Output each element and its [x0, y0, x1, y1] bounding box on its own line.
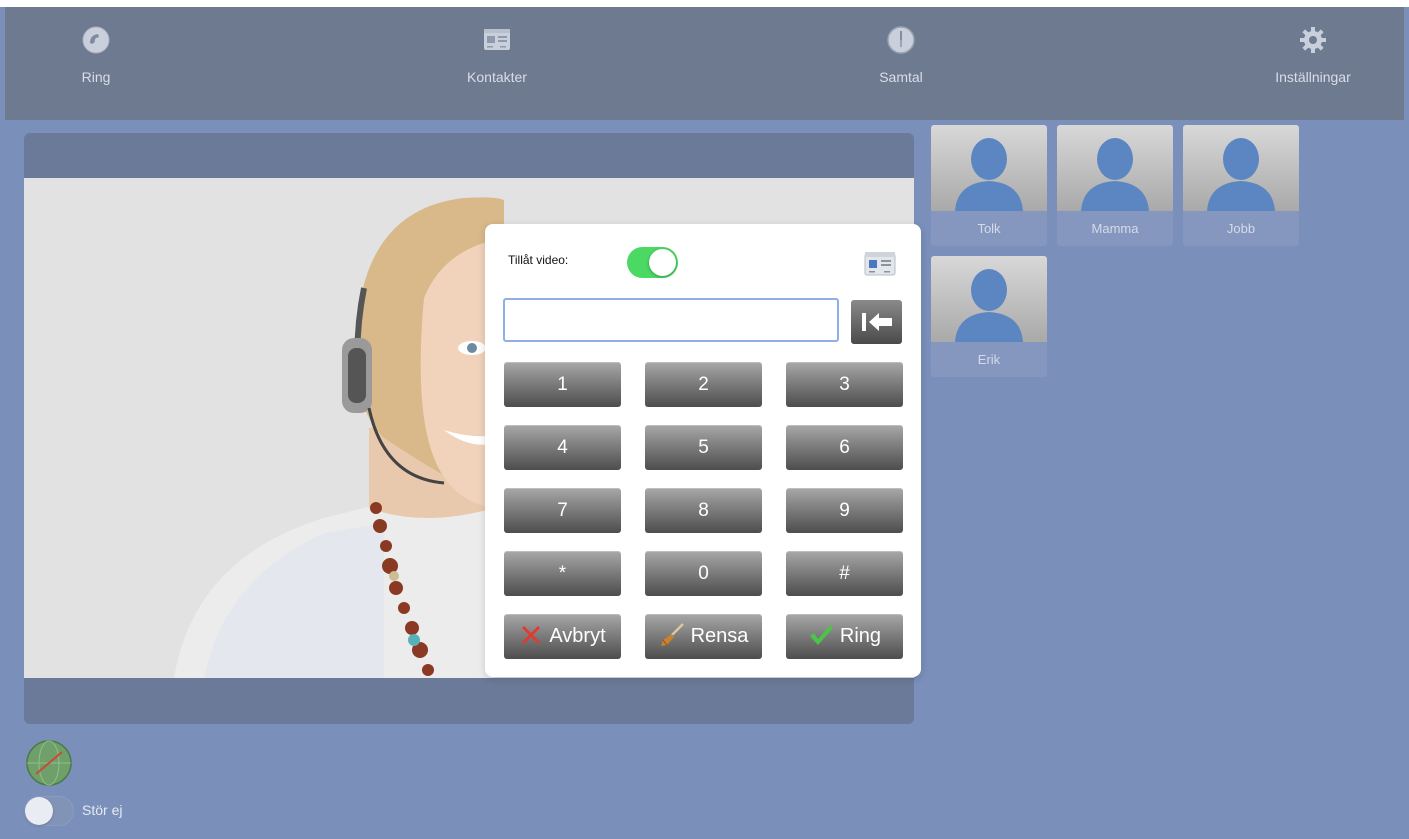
phone-number-input[interactable] [503, 298, 839, 342]
nav-label-kontakter: Kontakter [467, 69, 527, 85]
top-nav-bar: Ring Kontakter Samtal Inställningar [5, 7, 1404, 120]
key-3[interactable]: 3 [786, 362, 903, 407]
key-hash[interactable]: # [786, 551, 903, 596]
contact-name: Tolk [977, 221, 1001, 236]
contacts-card-icon [484, 29, 510, 50]
key-8[interactable]: 8 [645, 488, 762, 533]
gear-icon [1300, 27, 1326, 53]
nav-label-ring: Ring [81, 69, 111, 85]
contact-name: Mamma [1091, 221, 1139, 236]
key-star[interactable]: * [504, 551, 621, 596]
contact-avatar [931, 256, 1047, 342]
key-2[interactable]: 2 [645, 362, 762, 407]
phone-icon [82, 26, 110, 54]
contact-name: Erik [977, 352, 1001, 367]
contact-tile-jobb[interactable]: Jobb [1183, 125, 1299, 246]
person-silhouette-icon [1207, 138, 1275, 211]
nav-label-samtal: Samtal [879, 69, 923, 85]
backspace-icon [862, 313, 892, 331]
toggle-knob [25, 797, 53, 825]
broom-icon [660, 622, 684, 646]
cancel-button-label: Avbryt [549, 625, 606, 648]
cancel-button[interactable]: Avbryt [504, 614, 621, 659]
nav-item-kontakter[interactable]: Kontakter [417, 25, 577, 85]
backspace-button[interactable] [851, 300, 902, 344]
green-check-icon [809, 624, 833, 645]
key-1[interactable]: 1 [504, 362, 621, 407]
nav-item-installningar[interactable]: Inställningar [1233, 25, 1393, 85]
nav-item-ring[interactable]: Ring [16, 25, 176, 85]
call-button-label: Ring [839, 625, 882, 648]
contact-tile-mamma[interactable]: Mamma [1057, 125, 1173, 246]
network-status-globe-icon[interactable] [26, 740, 72, 786]
toggle-knob [649, 249, 676, 276]
contact-avatar [1057, 125, 1173, 211]
key-0[interactable]: 0 [645, 551, 762, 596]
contacts-picker-icon[interactable] [863, 249, 897, 277]
contact-avatar [931, 125, 1047, 211]
do-not-disturb-label: Stör ej [82, 802, 123, 818]
allow-video-toggle[interactable] [627, 247, 678, 278]
contact-avatar [1183, 125, 1299, 211]
app-window: Ring Kontakter Samtal Inställningar Tolk… [0, 7, 1409, 839]
clear-button-label: Rensa [690, 625, 749, 648]
clear-button[interactable]: Rensa [645, 614, 762, 659]
nav-item-samtal[interactable]: Samtal [821, 25, 981, 85]
dialer-popup: Tillåt video: 1 2 3 4 5 6 7 8 9 * 0 # Av… [485, 224, 921, 677]
clock-icon [887, 26, 915, 54]
nav-label-installningar: Inställningar [1275, 69, 1351, 85]
contact-tile-tolk[interactable]: Tolk [931, 125, 1047, 246]
key-4[interactable]: 4 [504, 425, 621, 470]
key-5[interactable]: 5 [645, 425, 762, 470]
person-silhouette-icon [1081, 138, 1149, 211]
key-7[interactable]: 7 [504, 488, 621, 533]
contact-tile-erik[interactable]: Erik [931, 256, 1047, 377]
person-silhouette-icon [955, 138, 1023, 211]
red-x-icon [522, 625, 541, 644]
do-not-disturb-toggle[interactable] [24, 796, 74, 826]
key-9[interactable]: 9 [786, 488, 903, 533]
call-button[interactable]: Ring [786, 614, 903, 659]
allow-video-label: Tillåt video: [508, 253, 569, 267]
person-silhouette-icon [955, 269, 1023, 342]
contact-name: Jobb [1226, 221, 1256, 236]
key-6[interactable]: 6 [786, 425, 903, 470]
